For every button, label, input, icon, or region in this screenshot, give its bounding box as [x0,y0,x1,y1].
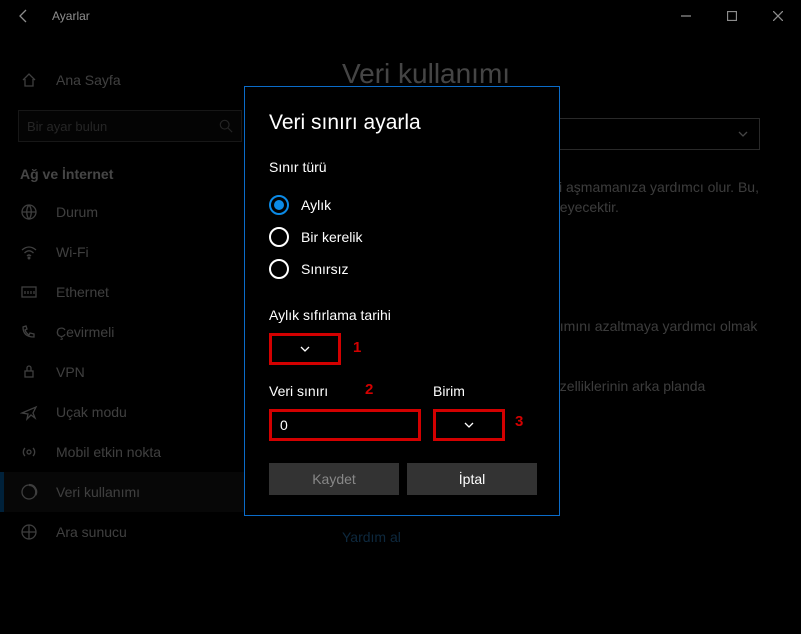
radio-icon [269,195,289,215]
limit-type-label: Sınır türü [269,159,537,175]
radio-label: Sınırsız [301,261,348,277]
dialog-title: Veri sınırı ayarla [269,111,537,135]
cancel-button[interactable]: İptal [407,463,537,495]
reset-date-label: Aylık sıfırlama tarihi [269,307,537,323]
chevron-down-icon [463,419,475,431]
radio-label: Aylık [301,197,331,213]
radio-label: Bir kerelik [301,229,362,245]
radio-unlimited[interactable]: Sınırsız [269,253,537,285]
data-limit-input[interactable] [269,409,421,441]
data-limit-label: Veri sınırı [269,383,421,399]
annotation-2: 2 [365,381,373,398]
radio-icon [269,259,289,279]
annotation-3: 3 [515,413,523,430]
radio-icon [269,227,289,247]
radio-monthly[interactable]: Aylık [269,189,537,221]
radio-onetime[interactable]: Bir kerelik [269,221,537,253]
set-data-limit-dialog: Veri sınırı ayarla Sınır türü Aylık Bir … [244,86,560,516]
annotation-1: 1 [353,339,361,356]
save-button[interactable]: Kaydet [269,463,399,495]
unit-label: Birim [433,383,505,399]
reset-day-select[interactable] [269,333,341,365]
chevron-down-icon [299,343,311,355]
unit-select[interactable] [433,409,505,441]
